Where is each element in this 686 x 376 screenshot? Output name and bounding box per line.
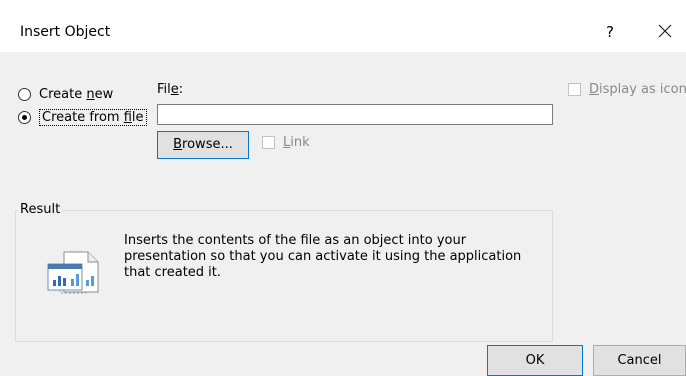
create-from-file-radio[interactable] <box>18 111 31 124</box>
close-button[interactable] <box>652 18 678 44</box>
ok-button[interactable]: OK <box>487 345 583 376</box>
link-label: Link <box>283 135 310 150</box>
result-description: Inserts the contents of the file as an o… <box>124 233 522 280</box>
display-as-icon-label: Display as icon <box>589 82 686 97</box>
display-as-icon-checkbox[interactable] <box>568 83 581 96</box>
file-path-input[interactable] <box>157 104 553 125</box>
browse-button[interactable]: Browse... <box>157 131 249 159</box>
title-bar: Insert Object ? <box>0 0 686 52</box>
cancel-button[interactable]: Cancel <box>593 345 686 376</box>
insert-object-dialog: Insert Object ? Create new Create from f… <box>0 0 686 376</box>
create-new-option[interactable]: Create new <box>18 87 113 102</box>
help-button[interactable]: ? <box>598 20 622 44</box>
display-as-icon-option[interactable]: Display as icon <box>568 82 686 97</box>
close-icon <box>658 24 672 38</box>
create-new-radio[interactable] <box>18 88 31 101</box>
create-new-label[interactable]: Create new <box>39 87 113 102</box>
create-from-file-label[interactable]: Create from file <box>39 109 147 126</box>
result-label: Result <box>18 202 63 217</box>
dialog-title: Insert Object <box>20 24 111 40</box>
embedded-document-icon <box>46 250 102 298</box>
link-checkbox[interactable] <box>262 136 275 149</box>
create-from-file-option[interactable]: Create from file <box>18 109 147 126</box>
link-option[interactable]: Link <box>262 135 310 150</box>
file-label: File: <box>157 82 184 97</box>
